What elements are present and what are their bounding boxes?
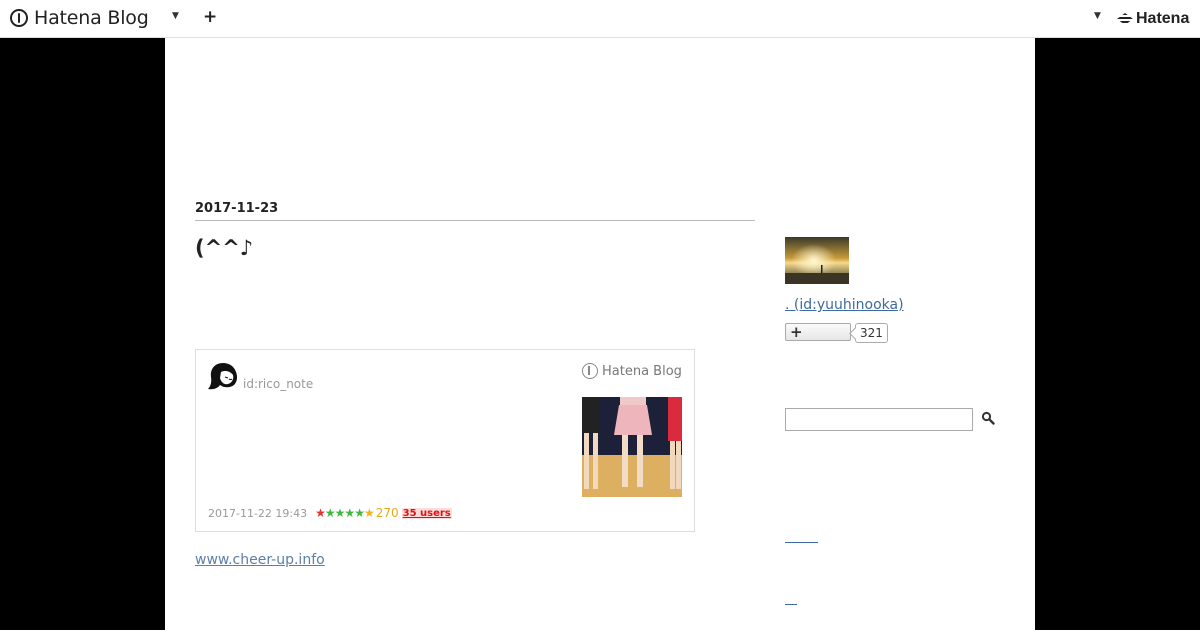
hatena-blog-logo-icon [10,9,28,27]
embed-author-id[interactable]: id:rico_note [243,377,313,391]
bookmark-users-badge[interactable]: 35 users [401,507,452,519]
subscribe-button[interactable]: + [785,323,851,341]
embed-brand-text: Hatena Blog [602,363,682,379]
profile-name-link[interactable]: . (id:yuuhinooka) [785,297,904,313]
subscriber-count: 321 [855,323,888,343]
global-header: Hatena Blog ▼ + ▼ Hatena [0,0,1200,38]
hatena-logo[interactable]: Hatena [1117,10,1189,28]
star-rating-icons[interactable]: ★★★★★★ [315,506,375,520]
new-post-plus-icon[interactable]: + [203,7,217,27]
profile-image[interactable] [785,237,849,284]
author-avatar-icon [208,363,238,390]
logo-text: Hatena Blog [34,7,149,29]
entry-date[interactable]: 2017-11-23 [195,201,755,221]
star-count[interactable]: 270 [376,506,399,520]
blog-page: 2017-11-23 (^^♪ id:rico_note Hatena Blog [165,38,1035,630]
embed-hatena-blog-logo: Hatena Blog [582,363,682,379]
subscribe-plus-icon: + [790,323,803,341]
source-link[interactable]: www.cheer-up.info [195,552,325,568]
hatena-logo-text: Hatena [1136,10,1190,27]
sidebar-link-2[interactable] [785,594,797,605]
user-menu-caret-icon[interactable]: ▼ [1094,11,1101,21]
embed-thumbnail-image[interactable] [582,397,682,497]
hatena-blog-logo[interactable]: Hatena Blog [10,7,149,29]
hatena-blog-mark-icon [582,363,598,379]
search-input[interactable] [785,408,973,431]
embed-meta: 2017-11-22 19:43 ★★★★★★ 270 35 users [208,506,452,520]
embed-timestamp: 2017-11-22 19:43 [208,506,308,520]
entry-title[interactable]: (^^♪ [195,236,253,260]
blog-menu-caret-icon[interactable]: ▼ [172,11,179,21]
search-icon[interactable] [981,411,995,425]
blog-card-embed[interactable]: id:rico_note Hatena Blog 2017-11-22 19:4… [195,349,695,532]
hatena-logo-icon [1117,13,1133,25]
sidebar-link-1[interactable] [785,532,818,543]
